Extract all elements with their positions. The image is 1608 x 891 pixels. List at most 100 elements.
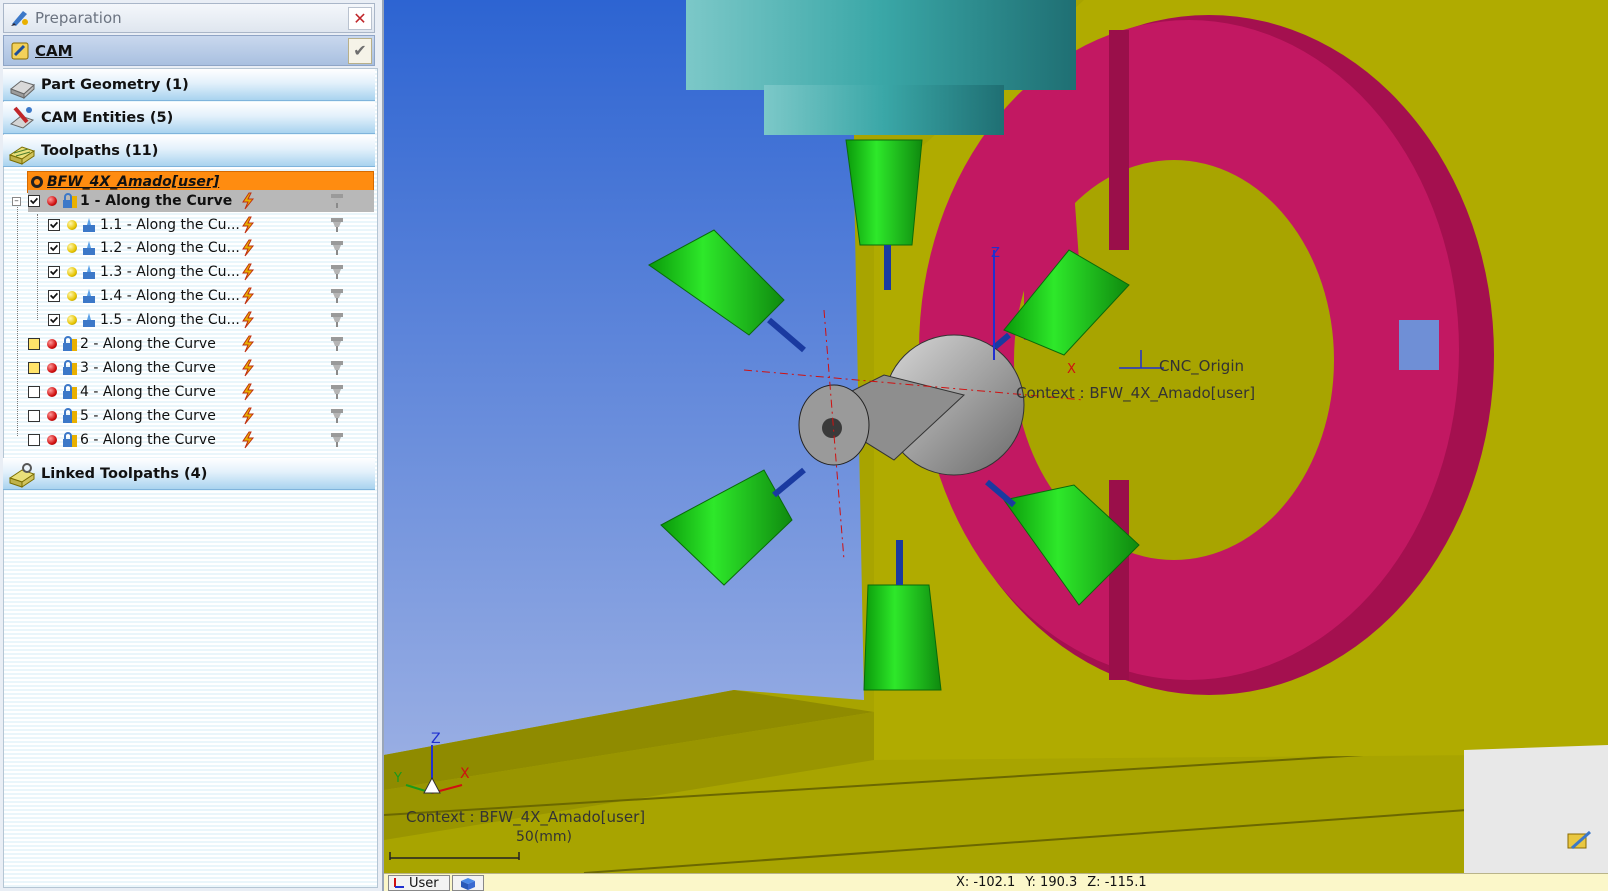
toolpath-row[interactable]: 2 - Along the Curve: [28, 333, 216, 355]
visibility-checkbox[interactable]: [48, 314, 60, 326]
status-yellow-icon: [67, 220, 77, 230]
part-geometry-icon: [10, 79, 35, 99]
context-label: BFW_4X_Amado[user]: [47, 174, 220, 190]
toolpath-label: 1.1 - Along the Cu...: [100, 217, 240, 233]
view-settings-icon[interactable]: [1564, 828, 1594, 854]
cursor-coordinates: X: -102.1 Y: 190.3 Z: -115.1: [956, 875, 1147, 890]
toolpath-row[interactable]: 5 - Along the Curve: [28, 405, 216, 427]
cnc-origin-label: CNC_Origin: [1159, 357, 1245, 375]
toolpath-row[interactable]: 1.1 - Along the Cu...: [48, 214, 240, 236]
toolpath-row[interactable]: 3 - Along the Curve: [28, 357, 216, 379]
toolpath-label: 6 - Along the Curve: [80, 432, 216, 448]
origin-x-label: X: [1067, 362, 1076, 377]
toolpath-row[interactable]: 1 - Along the Curve: [28, 190, 374, 212]
toolpath-icon: [83, 218, 95, 232]
coord-y: Y: 190.3: [1025, 875, 1078, 890]
toolpath-label: 1.3 - Along the Cu...: [100, 264, 240, 280]
tool-icon[interactable]: [330, 312, 344, 328]
calculate-bolt-icon[interactable]: [240, 335, 256, 353]
visibility-checkbox[interactable]: [28, 410, 40, 422]
view-cube-button[interactable]: [452, 875, 484, 891]
toolpath-label: 1 - Along the Curve: [80, 193, 233, 209]
status-red-icon: [47, 411, 57, 421]
fixture-gap: [1399, 320, 1439, 370]
tool-icon[interactable]: [330, 384, 344, 400]
tool-icon[interactable]: [330, 360, 344, 376]
coord-x: X: -102.1: [956, 875, 1016, 890]
toolpath-row[interactable]: 1.5 - Along the Cu...: [48, 309, 240, 331]
tool-icon[interactable]: [330, 336, 344, 352]
context-icon: [31, 176, 43, 188]
calculate-bolt-icon[interactable]: [240, 407, 256, 425]
tree-connector: [17, 203, 18, 436]
panel-title-bar: Preparation ✕: [3, 3, 375, 33]
visibility-checkbox[interactable]: [28, 338, 40, 350]
visibility-checkbox[interactable]: [48, 290, 60, 302]
3d-viewport[interactable]: CNC_Origin Context : BFW_4X_Amado[user] …: [384, 0, 1608, 873]
section-linked-toolpaths[interactable]: Linked Toolpaths (4): [3, 458, 375, 490]
context-annotation-lower: Context : BFW_4X_Amado[user]: [406, 808, 646, 826]
toolpath-row[interactable]: 4 - Along the Curve: [28, 381, 216, 403]
section-toolpaths[interactable]: Toolpaths (11): [3, 135, 375, 167]
section-cam-entities[interactable]: CAM Entities (5): [3, 102, 375, 134]
calculate-bolt-icon[interactable]: [240, 383, 256, 401]
triad-x-label: X: [460, 766, 470, 782]
validate-button[interactable]: ✔: [348, 38, 372, 64]
toolpath-row[interactable]: 1.3 - Along the Cu...: [48, 261, 240, 283]
tool-icon[interactable]: [330, 240, 344, 256]
calculate-bolt-icon[interactable]: [240, 216, 256, 234]
section-label: Linked Toolpaths (4): [41, 465, 208, 482]
visibility-checkbox[interactable]: [48, 219, 60, 231]
close-button[interactable]: ✕: [348, 7, 372, 30]
tool-icon[interactable]: [330, 408, 344, 424]
tool-icon[interactable]: [330, 288, 344, 304]
toolpath-lock-icon: [63, 432, 77, 447]
tree-connector: [37, 214, 38, 320]
preparation-panel: Preparation ✕ CAM ✔ Part Geometry (1) CA…: [0, 0, 384, 891]
toolpath-lock-icon: [63, 336, 77, 351]
toolpath-label: 2 - Along the Curve: [80, 336, 216, 352]
user-label: User: [409, 875, 439, 891]
calculate-bolt-icon[interactable]: [240, 431, 256, 449]
calculate-bolt-icon[interactable]: [240, 239, 256, 257]
section-part-geometry[interactable]: Part Geometry (1): [3, 69, 375, 101]
collapse-toggle[interactable]: –: [12, 197, 21, 206]
tool-holder-top: [845, 139, 923, 246]
visibility-checkbox[interactable]: [48, 242, 60, 254]
visibility-checkbox[interactable]: [28, 362, 40, 374]
calculate-bolt-icon[interactable]: [240, 287, 256, 305]
calculate-bolt-icon[interactable]: [240, 359, 256, 377]
panel-title: Preparation: [35, 9, 122, 27]
visibility-checkbox[interactable]: [48, 266, 60, 278]
tool-icon[interactable]: [330, 264, 344, 280]
mode-selector[interactable]: CAM ✔: [3, 35, 375, 66]
coord-z: Z: -115.1: [1087, 875, 1147, 890]
tool-icon[interactable]: [330, 432, 344, 448]
visibility-checkbox[interactable]: [28, 386, 40, 398]
mode-label: CAM: [35, 41, 73, 60]
toolpath-label: 4 - Along the Curve: [80, 384, 216, 400]
user-context-button[interactable]: User: [388, 875, 450, 891]
calculate-bolt-icon[interactable]: [240, 192, 256, 210]
visibility-checkbox[interactable]: [28, 195, 40, 207]
calculate-bolt-icon[interactable]: [240, 311, 256, 329]
toolpath-icon: [83, 265, 95, 279]
viewport-scene: [384, 0, 1608, 873]
status-red-icon: [47, 196, 57, 206]
triad-z-label: Z: [431, 731, 441, 747]
tool-icon[interactable]: [330, 217, 344, 233]
toolpath-label: 1.5 - Along the Cu...: [100, 312, 240, 328]
toolpath-row[interactable]: 1.4 - Along the Cu...: [48, 285, 240, 307]
calculate-bolt-icon[interactable]: [240, 263, 256, 281]
preparation-icon: [11, 11, 28, 26]
toolpath-row[interactable]: 1.2 - Along the Cu...: [48, 237, 240, 259]
tool-top: [884, 245, 891, 290]
fixture-slot: [1109, 480, 1129, 680]
toolpath-row[interactable]: 6 - Along the Curve: [28, 429, 216, 451]
tool-bottom: [896, 540, 903, 585]
spindle-nose: [764, 85, 1004, 135]
tool-icon[interactable]: [330, 193, 344, 209]
toolpath-lock-icon: [63, 408, 77, 423]
toolpath-lock-icon: [63, 384, 77, 399]
visibility-checkbox[interactable]: [28, 434, 40, 446]
